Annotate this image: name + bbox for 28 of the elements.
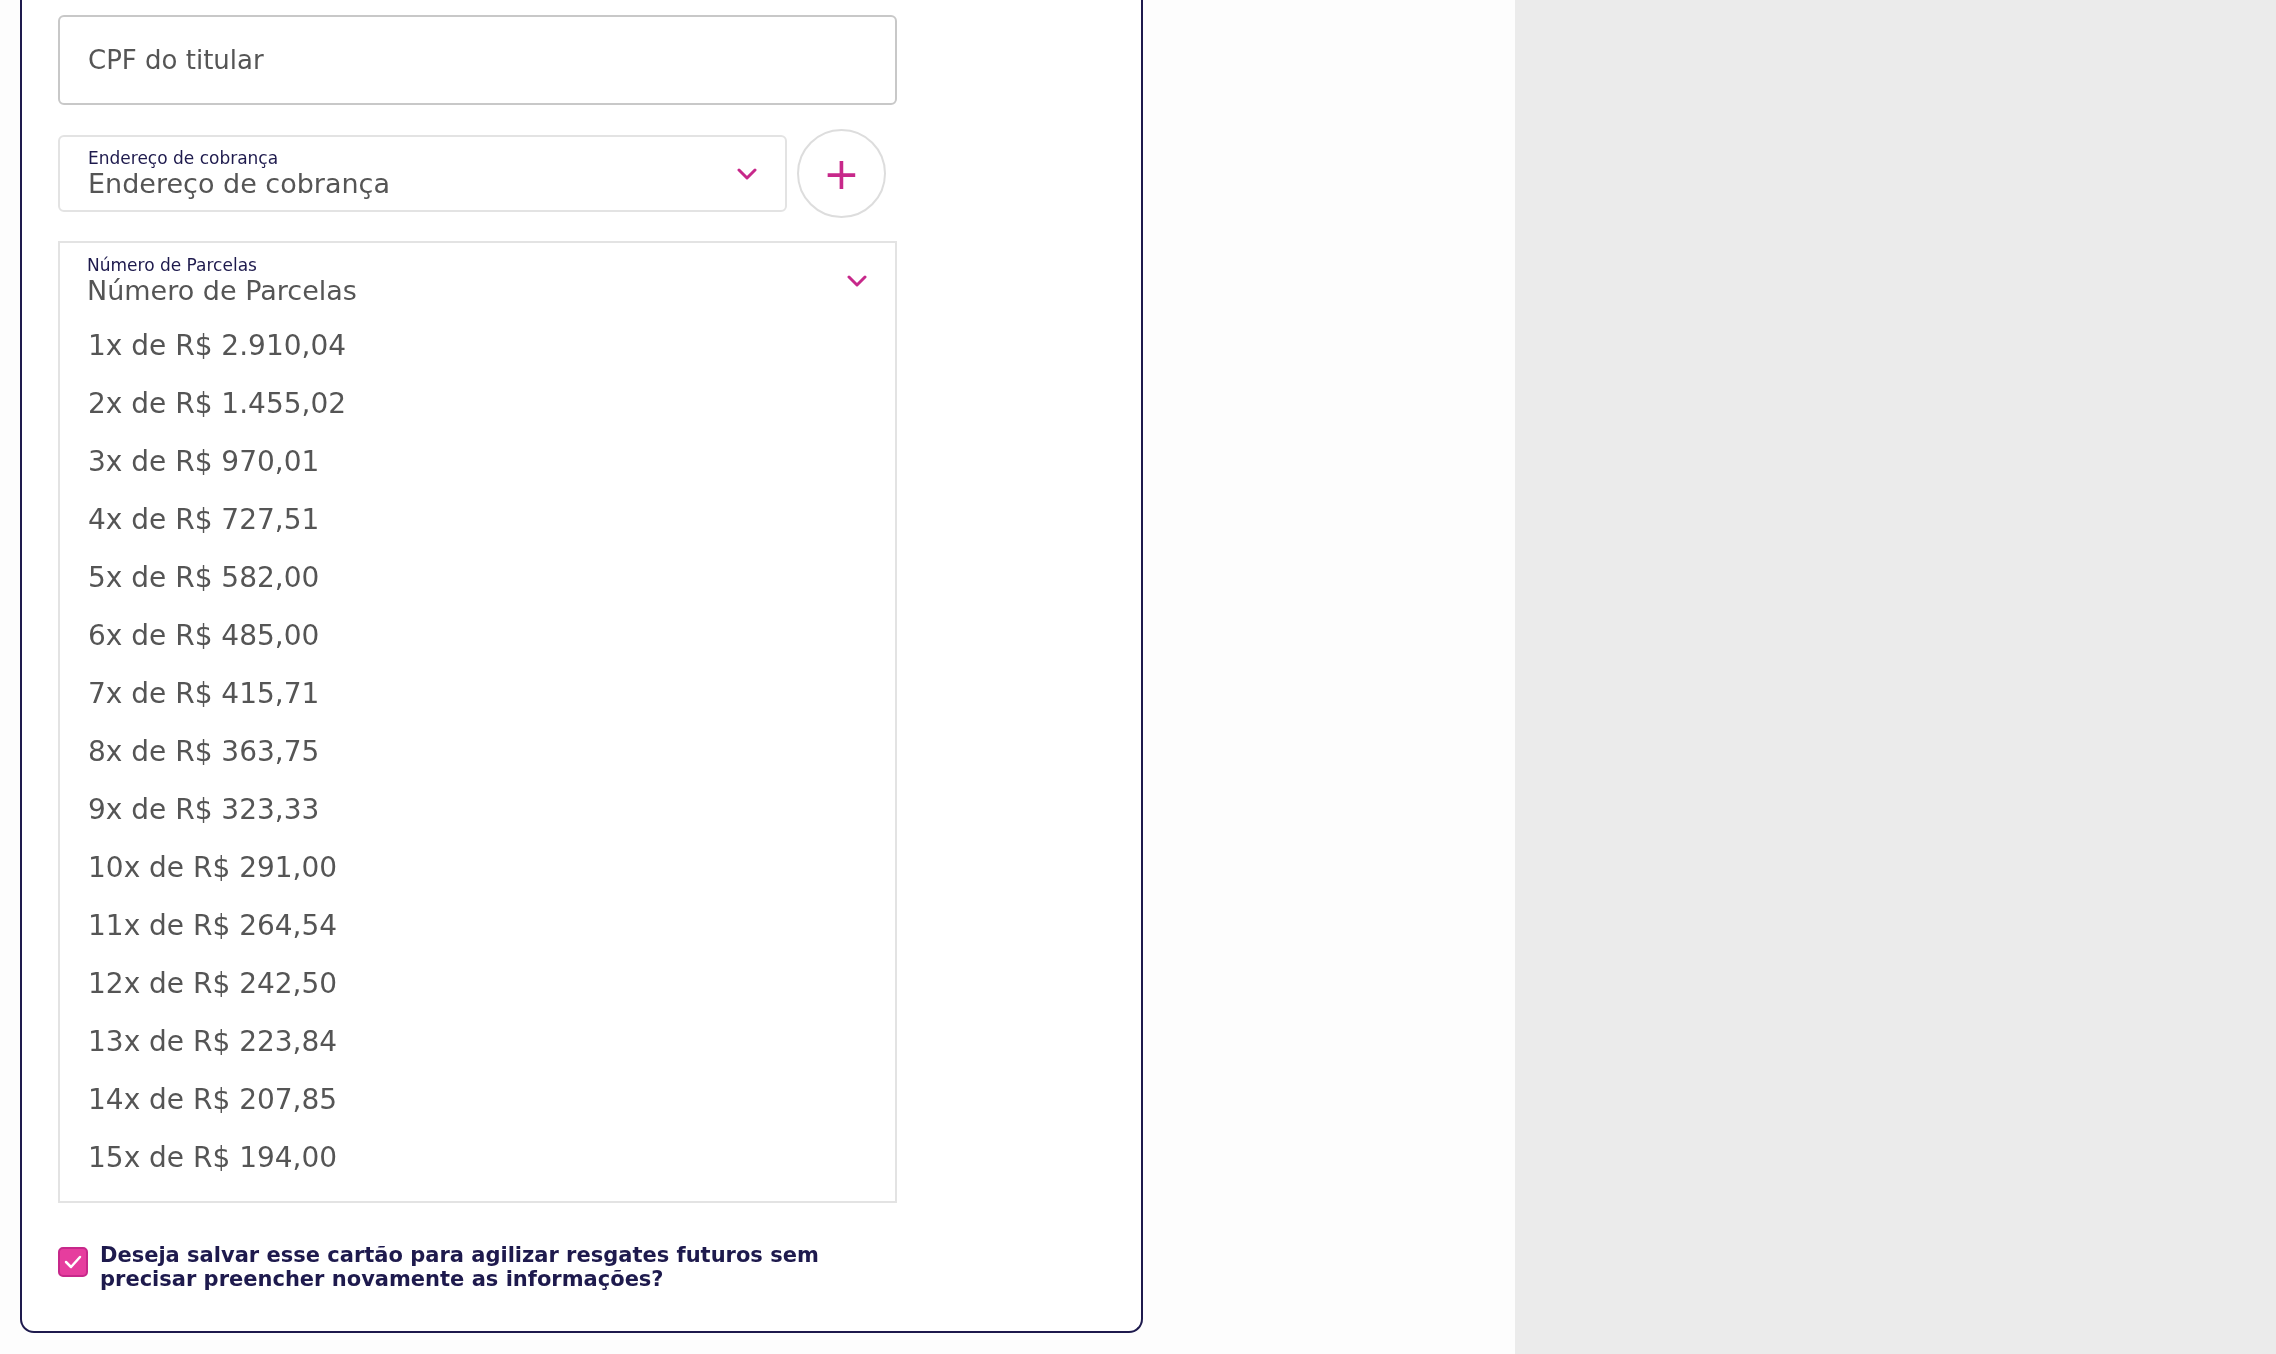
installment-option[interactable]: 14x de R$ 207,85 [60,1071,895,1129]
installment-option[interactable]: 13x de R$ 223,84 [60,1013,895,1071]
installment-option[interactable]: 5x de R$ 582,00 [60,549,895,607]
installment-option[interactable]: 1x de R$ 2.910,04 [60,317,895,375]
billing-address-select[interactable]: Endereço de cobrança Endereço de cobrança [58,135,787,212]
chevron-down-icon [847,275,867,287]
installment-option[interactable]: 6x de R$ 485,00 [60,607,895,665]
installment-option[interactable]: 15x de R$ 194,00 [60,1129,895,1187]
checkbox[interactable] [58,1247,88,1277]
installment-option[interactable]: 10x de R$ 291,00 [60,839,895,897]
check-icon [64,1255,82,1269]
field-label: Número de Parcelas [87,255,258,275]
installments-dropdown[interactable] [58,241,897,1203]
installment-option[interactable]: 4x de R$ 727,51 [60,491,895,549]
installment-option[interactable]: 2x de R$ 1.455,02 [60,375,895,433]
installment-option[interactable]: 8x de R$ 363,75 [60,723,895,781]
save-card-label: Deseja salvar esse cartão para agilizar resgates futuros sem precisar preencher novamente as informações? [100,1243,820,1291]
cpf-input-field[interactable]: CPF do titular [58,15,897,105]
field-value: Número de Parcelas [87,275,358,307]
installment-option[interactable]: 12x de R$ 242,50 [60,955,895,1013]
installment-option[interactable]: 3x de R$ 970,01 [60,433,895,491]
installment-option[interactable]: 9x de R$ 323,33 [60,781,895,839]
add-address-button[interactable]: + [797,129,886,218]
field-value: Endereço de cobrança [88,167,391,200]
installment-option[interactable]: 7x de R$ 415,71 [60,665,895,723]
chevron-down-icon [737,167,757,180]
field-label: Endereço de cobrança [88,147,280,168]
installment-option[interactable]: 11x de R$ 264,54 [60,897,895,955]
